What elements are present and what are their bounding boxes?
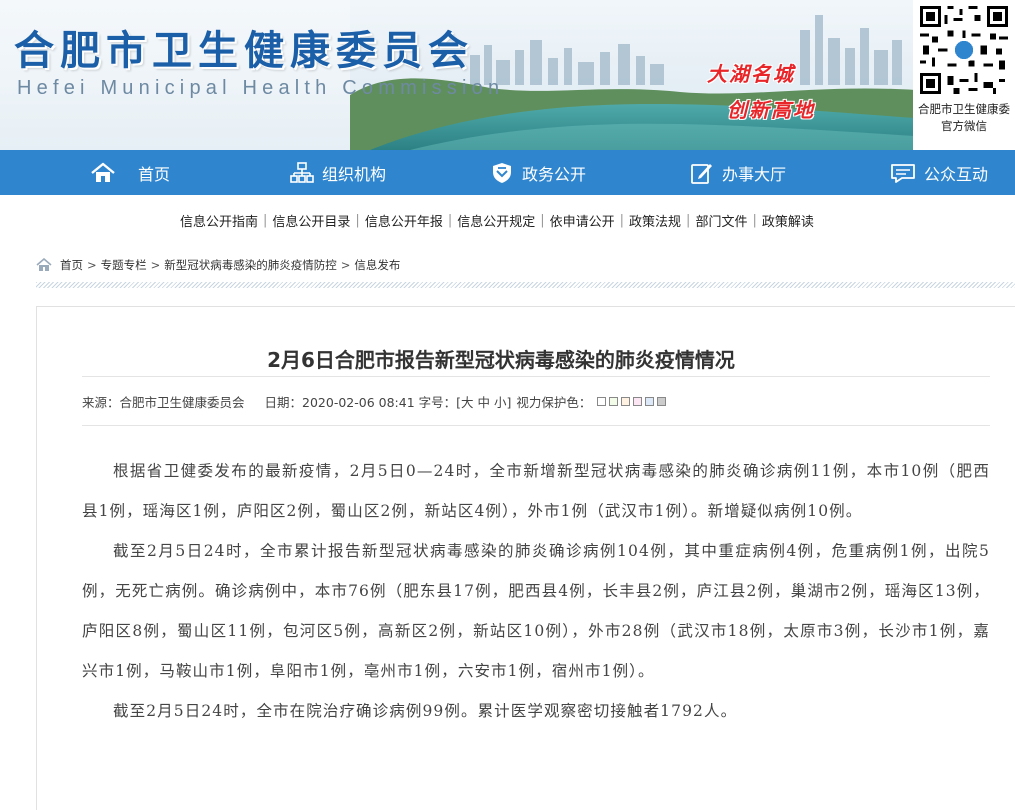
link-separator: | bbox=[263, 212, 268, 228]
eye-color-swatch[interactable] bbox=[633, 396, 643, 406]
nav-item-government-affairs[interactable]: 政务公开 bbox=[490, 150, 586, 195]
eye-color-swatch[interactable] bbox=[657, 396, 667, 406]
breadcrumb-separator: > bbox=[87, 258, 97, 272]
nav-item-service-hall[interactable]: 办事大厅 bbox=[690, 150, 786, 195]
link-policies-regulations[interactable]: 政策法规 bbox=[629, 211, 681, 230]
home-icon bbox=[36, 258, 52, 271]
eye-color-swatch[interactable] bbox=[645, 396, 655, 406]
breadcrumb-info-release[interactable]: 信息发布 bbox=[354, 257, 400, 273]
breadcrumb-home[interactable]: 首页 bbox=[60, 257, 83, 273]
breadcrumb-epidemic-control[interactable]: 新型冠状病毒感染的肺炎疫情防控 bbox=[164, 257, 337, 273]
article-paragraph: 截至2月5日24时，全市累计报告新型冠状病毒感染的肺炎确诊病例104例，其中重症… bbox=[82, 542, 990, 680]
nav-item-public-interaction[interactable]: 公众互动 bbox=[890, 150, 988, 195]
nav-label-public-interaction: 公众互动 bbox=[924, 164, 989, 184]
link-separator: | bbox=[540, 212, 545, 228]
nav-item-organization[interactable]: 组织机构 bbox=[290, 150, 386, 195]
header-banner: 合肥市卫生健康委员会 Hefei Municipal Health Commis… bbox=[0, 0, 1015, 150]
link-disclosure-guide[interactable]: 信息公开指南 bbox=[180, 211, 258, 230]
eye-protection-label: 视力保护色： bbox=[516, 394, 592, 410]
link-separator: | bbox=[355, 212, 360, 228]
site-title: 合肥市卫生健康委员会 bbox=[14, 28, 474, 74]
slogan-line-1: 大湖名城 bbox=[707, 62, 795, 86]
org-chart-icon bbox=[290, 161, 314, 183]
chat-icon bbox=[891, 163, 915, 183]
link-disclosure-rules[interactable]: 信息公开规定 bbox=[457, 211, 535, 230]
hatched-divider bbox=[36, 282, 1015, 288]
nav-label-service-hall: 办事大厅 bbox=[722, 164, 787, 184]
article-meta: 来源：合肥市卫生健康委员会 日期：2020-02-06 08:41 字号：[大 … bbox=[82, 376, 990, 426]
edit-icon bbox=[691, 163, 712, 184]
link-request-disclosure[interactable]: 依申请公开 bbox=[550, 211, 615, 230]
eye-color-swatch[interactable] bbox=[621, 396, 631, 406]
article-title: 2月6日合肥市报告新型冠状病毒感染的肺炎疫情情况 bbox=[267, 348, 735, 372]
nav-label-government-affairs: 政务公开 bbox=[522, 164, 587, 184]
site-subtitle: Hefei Municipal Health Commission bbox=[17, 77, 505, 99]
eye-color-swatch[interactable] bbox=[597, 396, 607, 406]
shield-icon bbox=[493, 162, 511, 183]
article-paragraph: 根据省卫健委发布的最新疫情，2月5日0—24时，全市新增新型冠状病毒感染的肺炎确… bbox=[82, 462, 990, 520]
qr-code-icon bbox=[920, 6, 1008, 94]
qr-caption-line-1: 合肥市卫生健康委 bbox=[918, 102, 1010, 116]
slogan-line-2: 创新高地 bbox=[727, 98, 815, 122]
article-date: 日期：2020-02-06 08:41 bbox=[264, 394, 415, 410]
nav-label-organization: 组织机构 bbox=[322, 164, 387, 184]
eye-color-swatch[interactable] bbox=[609, 396, 619, 406]
nav-item-home[interactable]: 首页 bbox=[90, 150, 170, 195]
link-department-documents[interactable]: 部门文件 bbox=[695, 211, 747, 230]
article-body: 根据省卫健委发布的最新疫情，2月5日0—24时，全市新增新型冠状病毒感染的肺炎确… bbox=[82, 451, 990, 731]
link-separator: | bbox=[686, 212, 691, 228]
qr-caption: 合肥市卫生健康委 官方微信 bbox=[913, 101, 1015, 135]
link-disclosure-annual-report[interactable]: 信息公开年报 bbox=[365, 211, 443, 230]
link-separator: | bbox=[447, 212, 453, 228]
home-icon bbox=[91, 162, 115, 182]
article-source: 来源：合肥市卫生健康委员会 bbox=[82, 394, 245, 410]
link-policy-interpretation[interactable]: 政策解读 bbox=[762, 211, 814, 230]
font-size-control[interactable]: 字号：[大 中 小] bbox=[419, 392, 512, 411]
breadcrumb: 首页 > 专题专栏 > 新型冠状病毒感染的肺炎疫情防控 > 信息发布 bbox=[36, 257, 400, 273]
article-paragraph: 截至2月5日24时，全市在院治疗确诊病例99例。累计医学观察密切接触者1792人… bbox=[113, 702, 738, 720]
main-nav: 首页 组织机构 政务公开 办事大厅 公众互动 bbox=[0, 150, 1015, 195]
qr-caption-line-2: 官方微信 bbox=[941, 119, 987, 133]
link-disclosure-catalog[interactable]: 信息公开目录 bbox=[272, 211, 350, 230]
link-separator: | bbox=[752, 212, 757, 228]
nav-label-home: 首页 bbox=[138, 164, 171, 184]
breadcrumb-special-topics[interactable]: 专题专栏 bbox=[101, 257, 147, 273]
info-disclosure-links: 信息公开指南 | 信息公开目录 | 信息公开年报 | 信息公开规定 | 依申请公… bbox=[180, 210, 814, 230]
wechat-qr-panel: 合肥市卫生健康委 官方微信 bbox=[913, 0, 1015, 150]
breadcrumb-separator: > bbox=[150, 258, 161, 272]
breadcrumb-separator: > bbox=[340, 258, 351, 272]
link-separator: | bbox=[619, 212, 625, 228]
